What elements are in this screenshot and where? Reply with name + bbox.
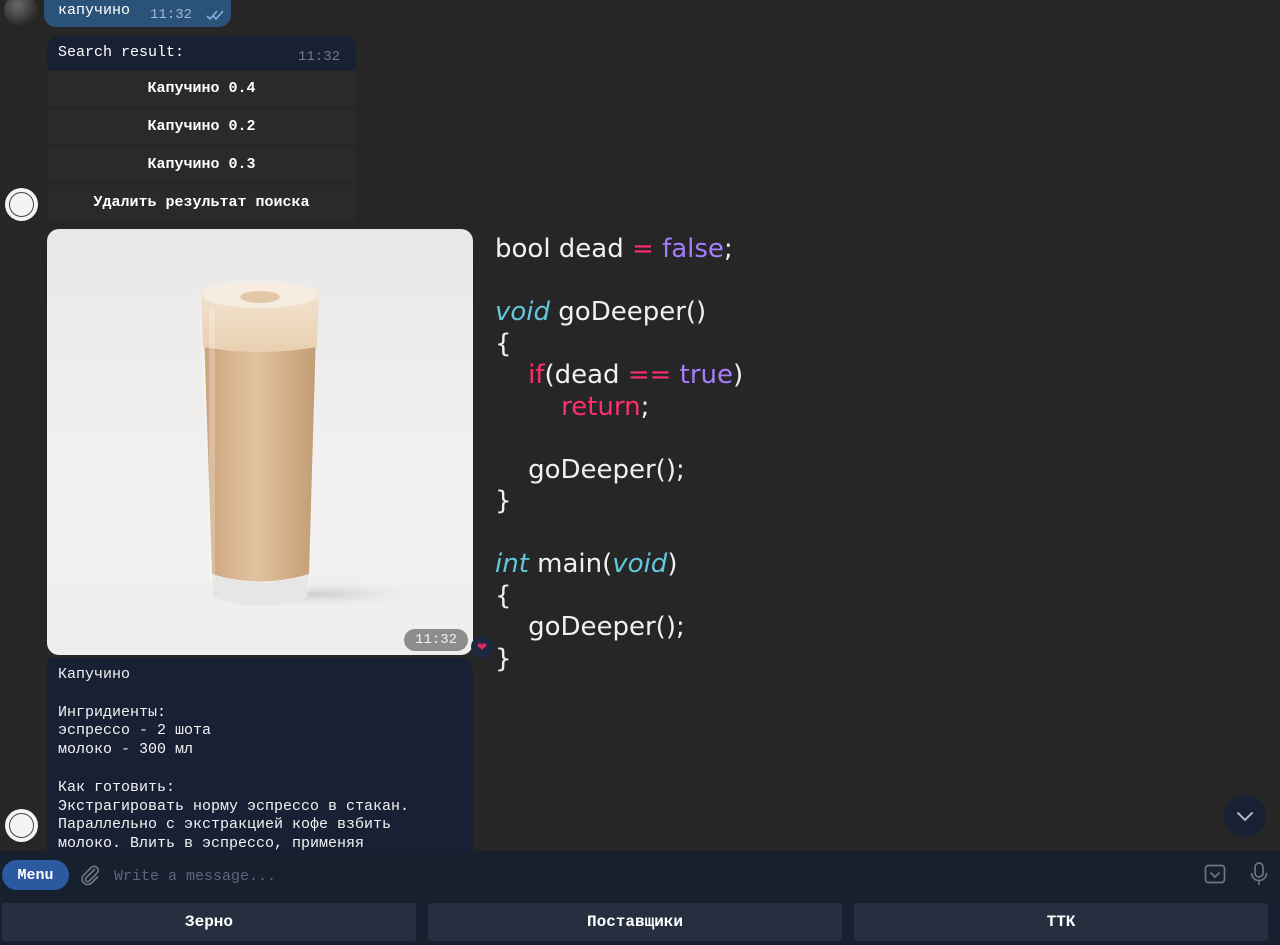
paperclip-icon[interactable] <box>78 863 102 887</box>
keyboard-icon[interactable] <box>1203 862 1227 886</box>
code-token: } <box>495 643 512 674</box>
cappuccino-photo[interactable] <box>47 229 473 655</box>
keyboard-button-grain[interactable]: Зерно <box>2 903 416 941</box>
code-token: return <box>561 391 641 422</box>
cappuccino-glass-image <box>197 280 437 608</box>
bot-avatar-2[interactable] <box>5 809 38 842</box>
keyboard-button-ttk[interactable]: ТТК <box>854 903 1268 941</box>
heart-icon: ❤ <box>476 640 488 654</box>
code-token: goDeeper(); <box>528 612 685 642</box>
chevron-down-icon <box>1237 812 1253 822</box>
code-token: bool dead <box>495 234 633 264</box>
outgoing-message-text: капучино <box>58 2 131 19</box>
code-token: true <box>679 360 734 390</box>
message-input[interactable] <box>112 862 1176 890</box>
code-token: ) <box>733 360 744 390</box>
code-token: main( <box>528 549 613 579</box>
code-token: = <box>632 234 654 264</box>
delete-search-result-button[interactable]: Удалить результат поиска <box>47 185 356 220</box>
code-token: (dead <box>544 360 628 390</box>
result-button-1[interactable]: Капучино 0.4 <box>47 71 356 106</box>
user-avatar[interactable] <box>4 0 38 26</box>
bot-avatar[interactable] <box>5 188 38 221</box>
bot-avatar-logo <box>9 192 34 217</box>
result-button-2[interactable]: Капучино 0.2 <box>47 109 356 144</box>
code-token: void <box>495 297 551 327</box>
bot-avatar-logo <box>9 813 34 838</box>
microphone-icon[interactable] <box>1248 861 1270 887</box>
code-token: void <box>612 549 668 579</box>
code-token: goDeeper(); <box>528 454 685 485</box>
code-token: == <box>627 360 672 390</box>
scroll-down-button[interactable] <box>1224 795 1266 837</box>
result-button-3[interactable]: Капучино 0.3 <box>47 147 356 182</box>
code-token: { <box>495 580 512 611</box>
heart-reaction[interactable]: ❤ <box>471 636 493 658</box>
code-token: } <box>495 486 512 516</box>
keyboard-button-suppliers[interactable]: Поставщики <box>428 903 842 941</box>
code-token: int <box>495 549 529 579</box>
code-token: ; <box>723 234 733 264</box>
code-token: ; <box>640 391 650 422</box>
code-token: goDeeper() <box>550 297 707 327</box>
search-result-time: 11:32 <box>298 49 341 65</box>
recipe-text: Капучино Ингридиенты: эспрессо - 2 шота … <box>58 666 410 853</box>
code-token: if <box>528 360 545 390</box>
outgoing-message-time: 11:32 <box>150 7 193 23</box>
code-token: { <box>495 328 512 359</box>
code-token: ) <box>667 549 678 579</box>
double-check-icon <box>206 10 224 21</box>
photo-time: 11:32 <box>404 629 468 651</box>
code-snippet: bool dead = false; void goDeeper() { if(… <box>495 234 743 675</box>
code-token: false <box>662 234 724 264</box>
search-result-title: Search result: <box>58 44 185 61</box>
menu-button[interactable]: Menu <box>2 860 69 890</box>
